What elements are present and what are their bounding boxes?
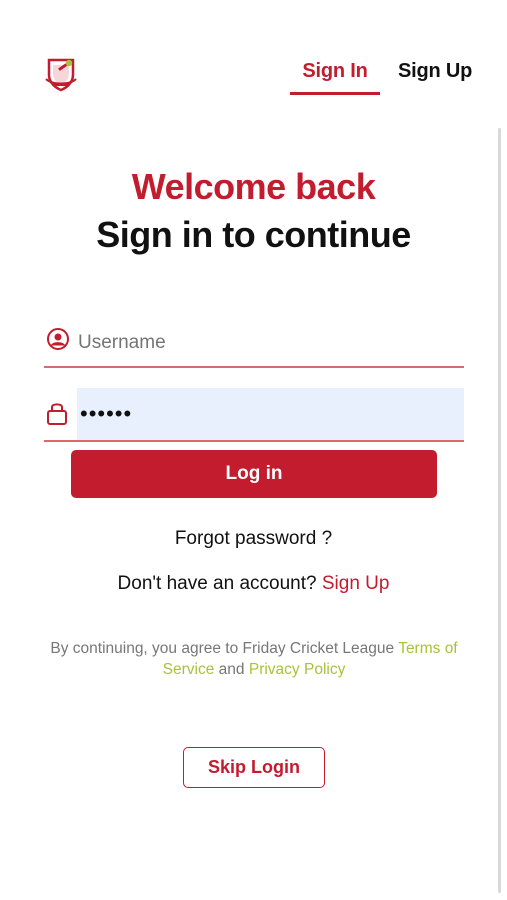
tab-sign-up[interactable]: Sign Up (398, 60, 472, 90)
terms-and-text: and (218, 661, 245, 678)
no-account-row: Don't have an account? Sign Up (0, 573, 507, 595)
sign-up-link[interactable]: Sign Up (322, 573, 390, 594)
user-circle-icon (46, 327, 70, 356)
forgot-password-link[interactable]: Forgot password ? (0, 528, 507, 550)
active-tab-indicator (290, 92, 380, 95)
no-account-text: Don't have an account? (117, 573, 317, 594)
welcome-heading: Welcome back (131, 166, 376, 207)
login-button[interactable]: Log in (71, 450, 437, 498)
username-input[interactable] (78, 328, 458, 358)
skip-login-button[interactable]: Skip Login (183, 747, 325, 788)
lock-icon (46, 400, 68, 431)
sign-in-subtitle: Sign in to continue (96, 214, 411, 255)
privacy-policy-link[interactable]: Privacy Policy (249, 661, 345, 678)
password-input[interactable] (80, 398, 460, 430)
terms-notice: By continuing, you agree to Friday Crick… (48, 638, 460, 680)
username-field (44, 318, 464, 368)
header: Sign In Sign Up (0, 0, 507, 110)
password-field (44, 388, 464, 442)
terms-prefix-text: By continuing, you agree to Friday Crick… (50, 640, 395, 657)
tab-sign-in[interactable]: Sign In (290, 60, 380, 90)
cricket-shield-logo-icon[interactable] (42, 55, 80, 93)
